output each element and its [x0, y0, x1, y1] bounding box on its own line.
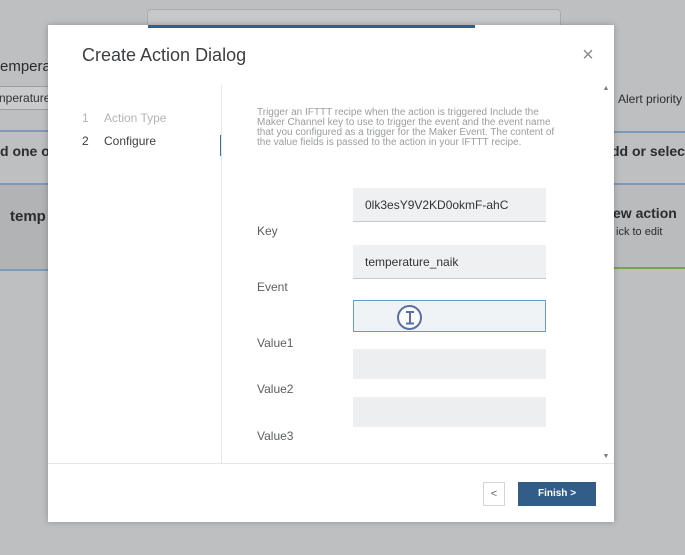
background-subheading: d one or [0, 143, 56, 159]
value1-input[interactable] [353, 300, 546, 332]
value3-label: Value3 [257, 429, 294, 443]
value1-label: Value1 [257, 336, 294, 350]
value2-input[interactable] [353, 349, 546, 379]
background-input: nperature [0, 86, 50, 110]
finish-button[interactable]: Finish > [518, 482, 596, 506]
background-divider [613, 131, 685, 133]
step-number: 1 [82, 111, 89, 125]
close-icon[interactable]: × [577, 44, 599, 66]
background-card-hint: ick to edit [616, 226, 663, 238]
text-cursor-icon [397, 305, 422, 330]
step-number: 2 [82, 134, 89, 148]
footer-divider [48, 463, 614, 464]
step-action-type[interactable]: 1 Action Type [82, 111, 222, 134]
value2-label: Value2 [257, 382, 294, 396]
scroll-down-arrow-icon[interactable]: ▼ [601, 452, 611, 462]
background-divider [0, 130, 50, 132]
background-alert-priority-label: Alert priority [618, 92, 683, 106]
create-action-dialog: Create Action Dialog × 1 Action Type 2 C… [48, 25, 614, 522]
step-label: Action Type [104, 111, 167, 125]
dialog-scrollbar[interactable]: ▲ ▼ [600, 84, 612, 464]
key-label: Key [257, 224, 278, 238]
background-card-title: temp [10, 208, 46, 225]
background-heading: emperat [0, 58, 56, 75]
event-label: Event [257, 280, 288, 294]
dialog-title: Create Action Dialog [82, 45, 247, 65]
key-input[interactable] [353, 188, 546, 222]
configure-panel: Trigger an IFTTT recipe when the action … [222, 85, 600, 463]
event-input[interactable] [353, 245, 546, 279]
background-trigger-card [0, 185, 50, 271]
step-configure[interactable]: 2 Configure [82, 134, 222, 157]
wizard-steps: 1 Action Type 2 Configure [82, 111, 222, 157]
background-card-title: ew action [613, 205, 677, 221]
background-subheading: dd or selec [611, 143, 685, 159]
step-label: Configure [104, 134, 157, 148]
back-button[interactable]: < [483, 482, 505, 506]
value3-input[interactable] [353, 397, 546, 427]
scroll-up-arrow-icon[interactable]: ▲ [601, 84, 611, 94]
configure-description: Trigger an IFTTT recipe when the action … [257, 107, 555, 148]
wizard-progress-bar [148, 25, 475, 28]
